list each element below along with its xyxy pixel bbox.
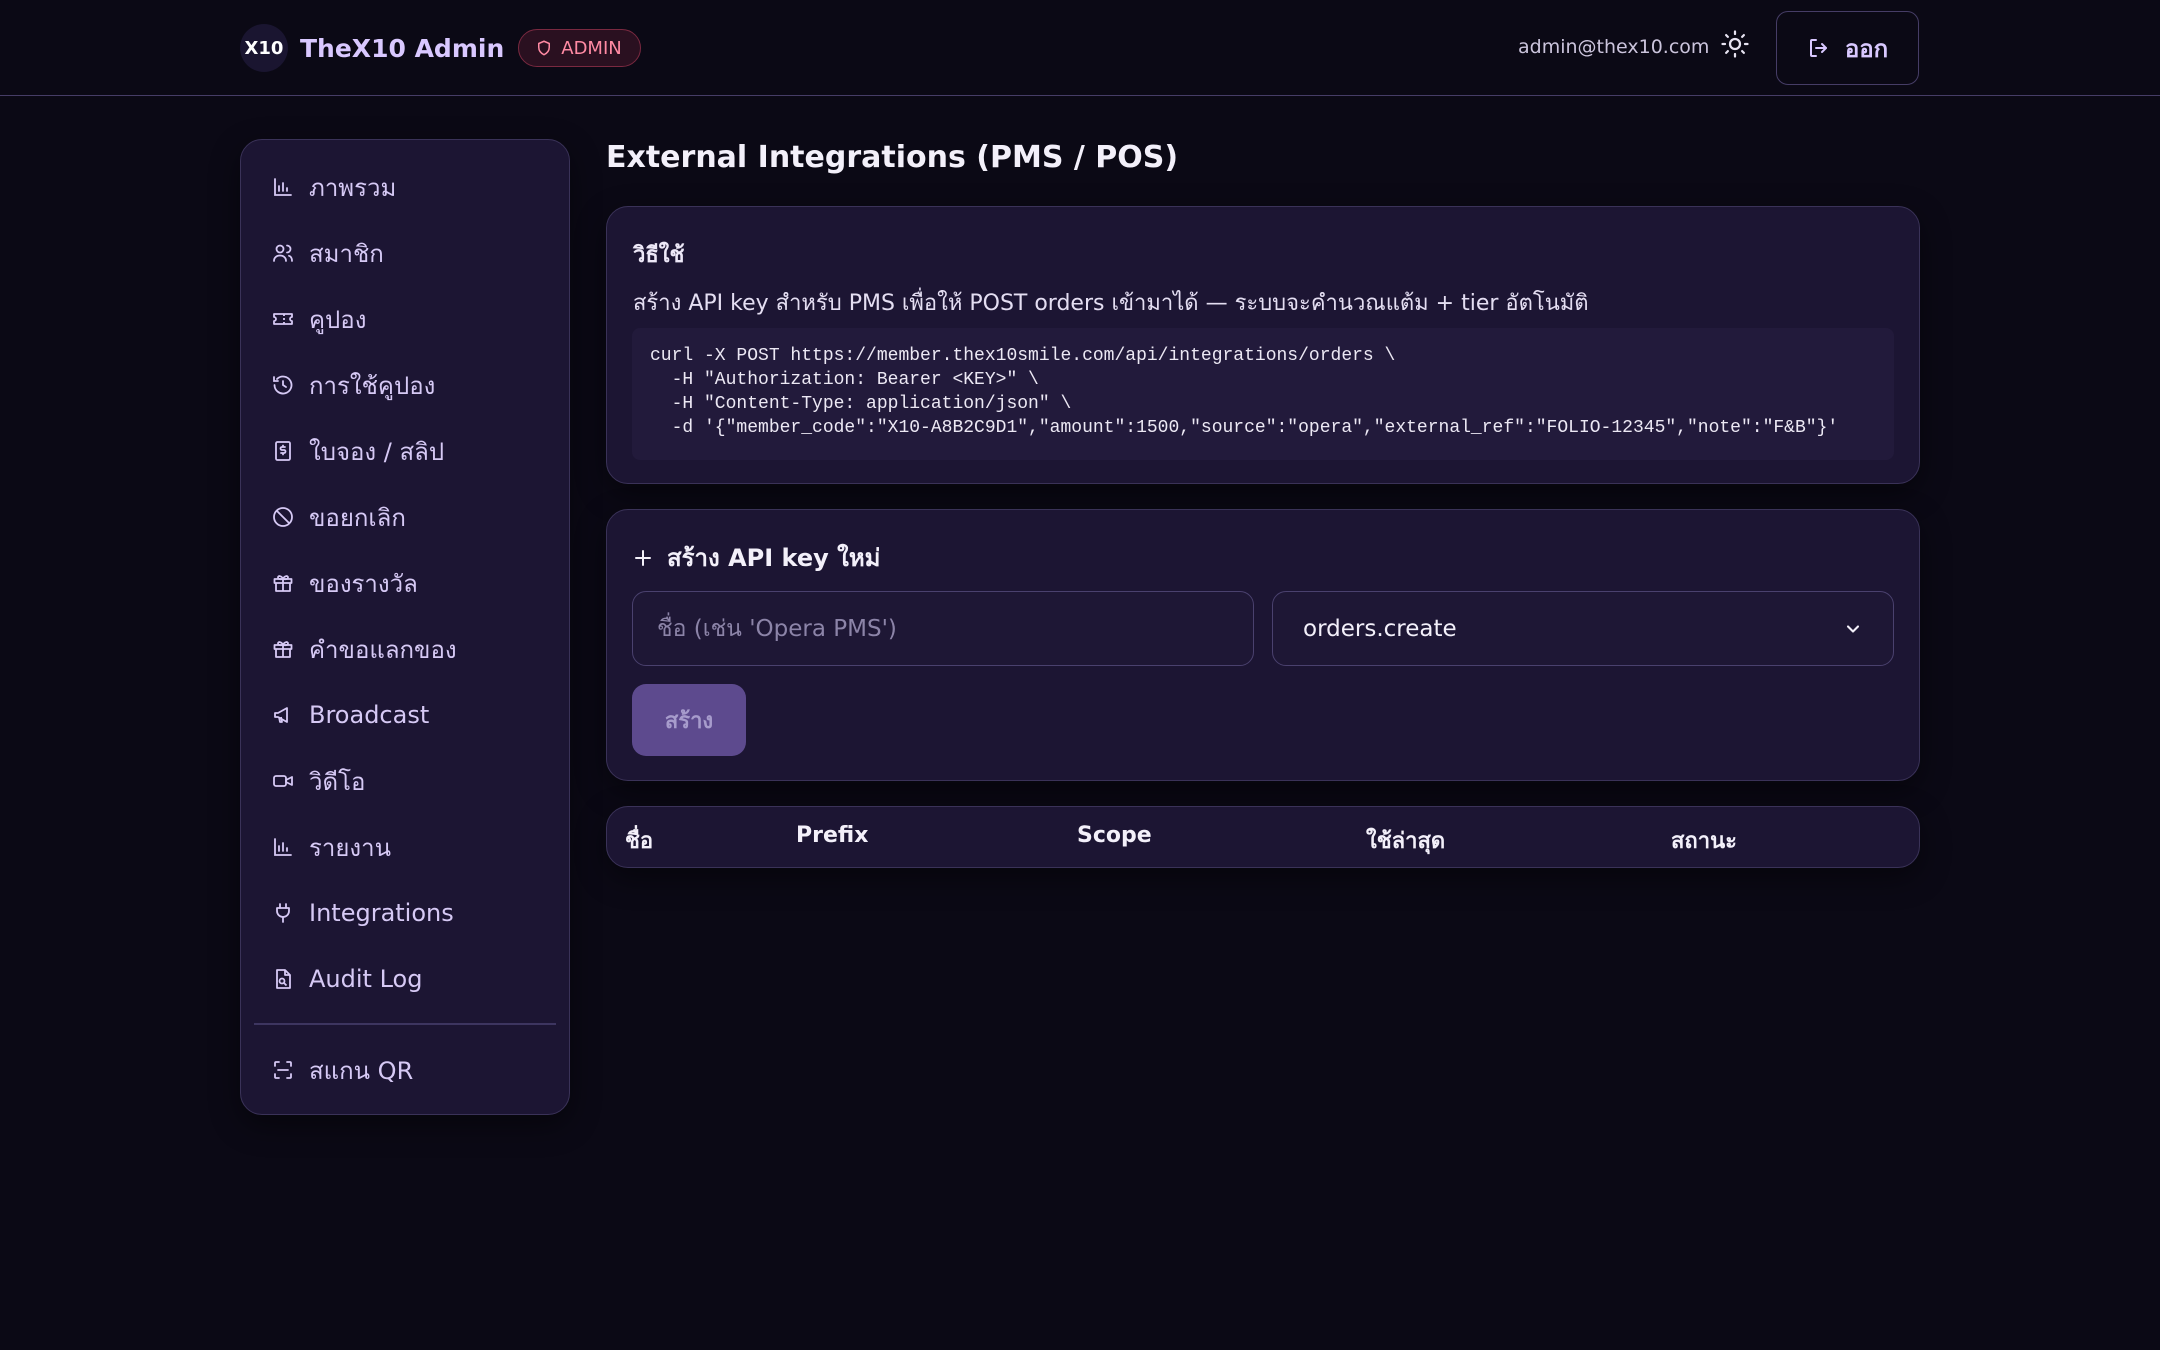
column-header-last-used: ใช้ล่าสุด xyxy=(1366,829,1446,854)
sidebar-item-members[interactable]: สมาชิก xyxy=(271,233,384,273)
bar-chart-icon xyxy=(274,838,292,856)
brand-name: TheX10 Admin xyxy=(300,33,505,63)
create-key-header: สร้าง API key ใหม่ xyxy=(631,538,881,577)
sidebar-item-overview[interactable]: ภาพรวม xyxy=(271,167,396,207)
brand-logo: X10 xyxy=(240,24,288,72)
howto-description: สร้าง API key สำหรับ PMS เพื่อให้ POST o… xyxy=(633,291,1589,316)
column-header-prefix: Prefix xyxy=(796,823,869,848)
scope-select[interactable]: orders.create xyxy=(1272,591,1894,666)
sidebar-item-integrations[interactable]: Integrations xyxy=(271,893,454,933)
sidebar-item-coupon-usage[interactable]: การใช้คูปอง xyxy=(271,365,435,405)
sidebar-item-cancellations[interactable]: ขอยกเลิก xyxy=(271,497,406,537)
sidebar-item-videos[interactable]: วิดีโอ xyxy=(271,761,365,801)
gift-icon xyxy=(273,641,293,658)
curl-example-code: curl -X POST https://member.thex10smile.… xyxy=(632,328,1894,460)
shield-icon xyxy=(538,40,551,56)
video-icon xyxy=(273,775,293,787)
sidebar-item-scan-qr[interactable]: สแกน QR xyxy=(271,1050,413,1090)
ticket-icon xyxy=(273,313,293,325)
sidebar-item-label: ขอยกเลิก xyxy=(309,503,406,532)
sidebar-item-broadcast[interactable]: Broadcast xyxy=(271,695,429,735)
sidebar-item-label: ของรางวัล xyxy=(309,569,418,598)
sun-icon xyxy=(1721,30,1749,58)
howto-card: วิธีใช้ สร้าง API key สำหรับ PMS เพื่อให… xyxy=(606,206,1920,484)
column-header-name: ชื่อ xyxy=(625,829,654,854)
sidebar-item-redemptions[interactable]: คำขอแลกของ xyxy=(271,629,457,669)
sidebar-item-label: รายงาน xyxy=(309,833,392,862)
create-key-card: สร้าง API key ใหม่ orders.create สร้าง xyxy=(606,509,1920,781)
column-header-status: สถานะ xyxy=(1671,829,1737,854)
sidebar-item-label: ภาพรวม xyxy=(309,173,397,202)
role-badge-label: ADMIN xyxy=(561,37,622,59)
sidebar-item-label: การใช้คูปอง xyxy=(309,371,436,400)
megaphone-icon xyxy=(274,707,288,723)
sidebar-item-label: ใบจอง / สลิป xyxy=(309,437,445,466)
ban-icon xyxy=(273,507,293,527)
sidebar-item-label: คำขอแลกของ xyxy=(309,635,457,664)
key-name-input[interactable] xyxy=(632,591,1254,666)
sidebar-item-label: คูปอง xyxy=(309,305,367,334)
receipt-icon xyxy=(275,441,291,461)
sidebar-item-audit-log[interactable]: Audit Log xyxy=(271,959,422,999)
column-header-scope: Scope xyxy=(1077,823,1152,848)
brand[interactable]: X10 TheX10 Admin ADMIN xyxy=(240,24,641,72)
user-email: admin@thex10.com xyxy=(1518,36,1710,58)
howto-title: วิธีใช้ xyxy=(633,243,685,268)
sidebar: ภาพรวม สมาชิก คูปอง การใช้คูปอง ใบจอง / … xyxy=(240,139,570,1115)
role-badge: ADMIN xyxy=(518,29,641,67)
sidebar-item-coupons[interactable]: คูปอง xyxy=(271,299,366,339)
sidebar-item-reports[interactable]: รายงาน xyxy=(271,827,391,867)
sidebar-item-bookings[interactable]: ใบจอง / สลิป xyxy=(271,431,444,471)
top-bar: X10 TheX10 Admin ADMIN admin@thex10.com … xyxy=(0,0,2160,96)
gift-icon xyxy=(273,575,293,592)
sidebar-item-label: วิดีโอ xyxy=(309,767,366,796)
sidebar-divider xyxy=(254,1023,556,1025)
theme-toggle-button[interactable] xyxy=(1718,27,1752,61)
plug-icon xyxy=(276,903,290,923)
file-search-icon xyxy=(276,969,291,989)
chevron-down-icon xyxy=(1846,624,1860,633)
create-key-title: สร้าง API key ใหม่ xyxy=(667,544,881,572)
history-icon xyxy=(273,375,293,395)
sidebar-item-rewards[interactable]: ของรางวัล xyxy=(271,563,418,603)
api-keys-table: ชื่อ Prefix Scope ใช้ล่าสุด สถานะ xyxy=(606,806,1920,868)
sidebar-item-label: Audit Log xyxy=(309,965,423,993)
scope-select-value: orders.create xyxy=(1303,615,1457,642)
create-key-button[interactable]: สร้าง xyxy=(632,684,746,756)
sidebar-item-label: Broadcast xyxy=(309,701,430,729)
scan-icon xyxy=(274,1061,292,1079)
logout-button[interactable]: ออก xyxy=(1776,11,1919,85)
sidebar-item-label: สแกน QR xyxy=(309,1056,414,1085)
users-icon xyxy=(273,244,293,262)
logout-label: ออก xyxy=(1844,34,1889,63)
logout-icon xyxy=(1809,39,1827,57)
bar-chart-icon xyxy=(274,178,292,196)
plus-icon xyxy=(635,549,651,566)
sidebar-item-label: Integrations xyxy=(309,899,454,927)
page-title: External Integrations (PMS / POS) xyxy=(606,140,1179,175)
sidebar-item-label: สมาชิก xyxy=(309,239,384,268)
